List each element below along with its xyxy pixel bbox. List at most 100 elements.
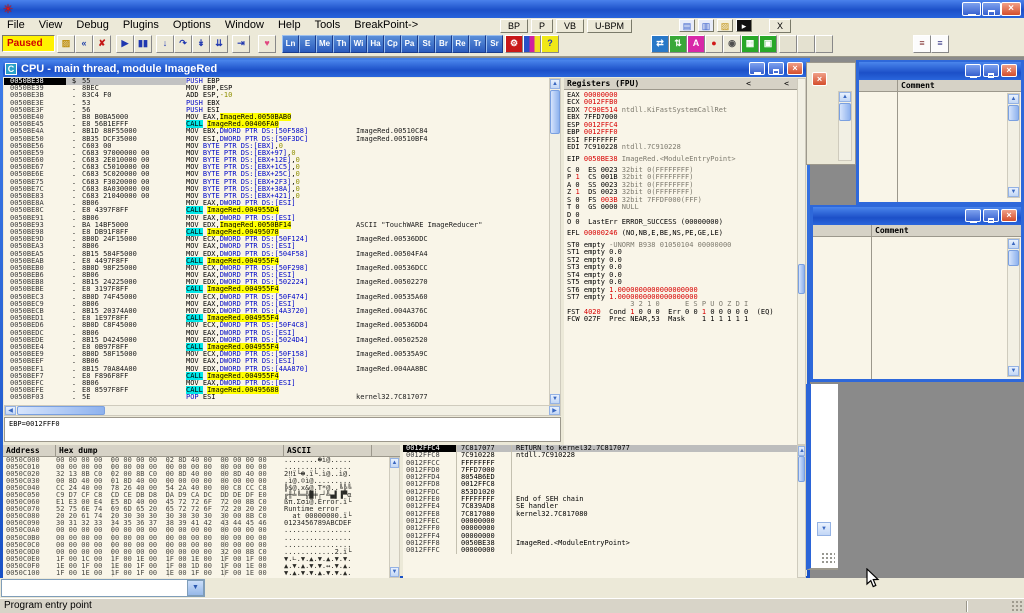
appearance-colors-button[interactable] (523, 35, 541, 53)
info-pane[interactable]: EBP=0012FFF0 (4, 417, 561, 442)
command-combobox[interactable]: ▼ (1, 579, 205, 597)
register-line[interactable]: EFL 00000246 (NO,NB,E,BE,NS,PE,GE,LE) (567, 230, 797, 237)
scroll-up-icon[interactable]: ▲ (1008, 94, 1019, 104)
scroll-right-icon[interactable]: ▶ (549, 406, 560, 415)
menu-button-p[interactable]: P (531, 19, 553, 33)
blank-button-2[interactable] (797, 35, 815, 53)
fragment-scrollbar[interactable]: ▲ (838, 91, 852, 161)
register-line[interactable]: EIP 0050BE38 ImageRed.<ModuleEntryPoint> (567, 156, 797, 163)
close-button[interactable]: × (1001, 2, 1021, 16)
cpu-minimize-button[interactable] (749, 62, 765, 75)
minimize-button[interactable] (965, 64, 981, 77)
command-input[interactable] (3, 581, 185, 595)
minimize-button[interactable] (965, 209, 981, 222)
window-list-button[interactable]: ≡ (913, 35, 931, 53)
registers-scrollbar[interactable] (797, 78, 806, 445)
step-over-button[interactable]: ↷ (174, 35, 192, 53)
pane-Sr-button[interactable]: Sr (486, 35, 503, 53)
pane-Th-button[interactable]: Th (333, 35, 350, 53)
pane-Br-button[interactable]: Br (435, 35, 452, 53)
menu-item-plugins[interactable]: Plugins (116, 18, 166, 32)
scroll-up-icon[interactable]: ▲ (839, 92, 851, 102)
register-line[interactable]: T 0 GS 0000 NULL (567, 204, 797, 211)
close-button[interactable]: × (1001, 209, 1017, 222)
plugin-close-button[interactable]: X (769, 19, 791, 33)
scroll-down-icon[interactable]: ▼ (390, 567, 399, 577)
pane-Me-button[interactable]: Me (316, 35, 333, 53)
collapse-icon[interactable]: < (784, 78, 789, 89)
menu-item-tools[interactable]: Tools (308, 18, 348, 32)
menu-item-breakpoint[interactable]: BreakPoint-> (347, 18, 425, 32)
restore-button[interactable] (982, 2, 1001, 16)
ascii-button[interactable]: A (687, 35, 705, 53)
hexdump-scrollbar[interactable]: ▲ ▼ (389, 457, 400, 578)
pane-Wi-button[interactable]: Wi (350, 35, 367, 53)
console-icon[interactable]: ▸ (736, 19, 752, 32)
pane-Tr-button[interactable]: Tr (469, 35, 486, 53)
blank-button-3[interactable] (815, 35, 833, 53)
dump-row[interactable]: 0050C1001F 00 1E 00 1F 00 1F 00 1E 00 1F… (3, 570, 400, 577)
scroll-left-icon[interactable]: ◀ (5, 406, 16, 415)
menu-item-options[interactable]: Options (166, 18, 218, 32)
register-line[interactable]: EDI 7C910228 ntdll.7C910228 (567, 144, 797, 151)
chevron-down-icon[interactable]: ▼ (187, 580, 204, 596)
run-button[interactable]: ▶ (116, 35, 134, 53)
pane-Ha-button[interactable]: Ha (367, 35, 384, 53)
menu-button-bp[interactable]: BP (500, 19, 528, 33)
registers-pane[interactable]: Registers (FPU) < < EAX 00000000ECX 0012… (564, 78, 797, 445)
minimize-button[interactable] (962, 2, 981, 16)
menu-item-view[interactable]: View (32, 18, 70, 32)
disasm-hscrollbar[interactable]: ◀ ▶ (4, 405, 561, 416)
cpu-restore-button[interactable] (768, 62, 784, 75)
book-icon[interactable]: ▥ (698, 19, 714, 32)
folder-icon[interactable]: ▨ (717, 19, 733, 32)
options-gear-button[interactable]: ⚙ (505, 35, 523, 53)
disassembly-pane[interactable]: 0050BE38$55PUSH EBP0050BE39.8BECMOV EBP,… (4, 78, 549, 405)
cpu-close-button[interactable]: × (787, 62, 803, 75)
pause-button[interactable]: ▮▮ (134, 35, 152, 53)
animate-over-button[interactable]: ⇊ (210, 35, 228, 53)
menu-item-window[interactable]: Window (218, 18, 271, 32)
pane-Re-button[interactable]: Re (452, 35, 469, 53)
comment1-scrollbar[interactable]: ▲ ▼ (1007, 93, 1020, 198)
restart-button[interactable]: « (75, 35, 93, 53)
scroll-up-icon[interactable]: ▲ (550, 79, 560, 89)
keypad-button[interactable]: ▦ (741, 35, 759, 53)
maximize-button[interactable] (983, 64, 999, 77)
pane-Ln-button[interactable]: Ln (282, 35, 299, 53)
comment2-scrollbar[interactable]: ▲ ▼ (1007, 238, 1020, 377)
pane-Cp-button[interactable]: Cp (384, 35, 401, 53)
scroll-up-icon[interactable]: ▲ (798, 446, 805, 456)
scroll-down-icon[interactable]: ▼ (1008, 187, 1019, 197)
spiral-button[interactable]: ◉ (723, 35, 741, 53)
stack-pane[interactable]: 0012FFC47C817077RETURN to kernel32.7C817… (403, 445, 797, 578)
close-program-button[interactable]: ✘ (93, 35, 111, 53)
hexdump-pane[interactable]: Address Hex dump ASCII 0050C00000 00 00 … (3, 445, 400, 578)
close-icon[interactable]: × (812, 72, 827, 86)
comment-window-2-titlebar[interactable]: × (813, 207, 1021, 225)
swap-arrows-button[interactable]: ⇄ (651, 35, 669, 53)
comment-window-1-titlebar[interactable]: × (859, 62, 1021, 80)
stack-scrollbar[interactable]: ▲ (797, 445, 806, 578)
task-list-button[interactable]: ≡ (931, 35, 949, 53)
menu-button-vb[interactable]: VB (556, 19, 584, 33)
close-button[interactable]: × (1001, 64, 1017, 77)
register-line[interactable]: O 0 LastErr ERROR_SUCCESS (00000000) (567, 219, 797, 226)
menu-button-u-bpm[interactable]: U-BPM (587, 19, 632, 33)
pane-St-button[interactable]: St (418, 35, 435, 53)
cpu-titlebar[interactable]: C CPU - main thread, module ImageRed × (3, 60, 807, 77)
execute-till-return-button[interactable]: ⇥ (232, 35, 250, 53)
step-into-button[interactable]: ↓ (156, 35, 174, 53)
scroll-up-icon[interactable]: ▲ (390, 458, 399, 468)
help-button[interactable]: ? (541, 35, 559, 53)
open-file-button[interactable]: ▨ (57, 35, 75, 53)
stack-row[interactable]: 0012FFFC00000000 (403, 547, 797, 554)
disasm-vscrollbar[interactable]: ▲ ▼ (549, 78, 561, 405)
hit-trace-button[interactable]: ♥ (258, 35, 276, 53)
resize-grip[interactable] (1011, 600, 1023, 612)
updown-button[interactable]: ⇅ (669, 35, 687, 53)
disasm-row[interactable]: 0050BF03.5EPOP ESIkernel32.7C817077 (4, 394, 549, 401)
collapse-icon[interactable]: < (746, 78, 751, 89)
animate-into-button[interactable]: ↡ (192, 35, 210, 53)
pane-Pa-button[interactable]: Pa (401, 35, 418, 53)
